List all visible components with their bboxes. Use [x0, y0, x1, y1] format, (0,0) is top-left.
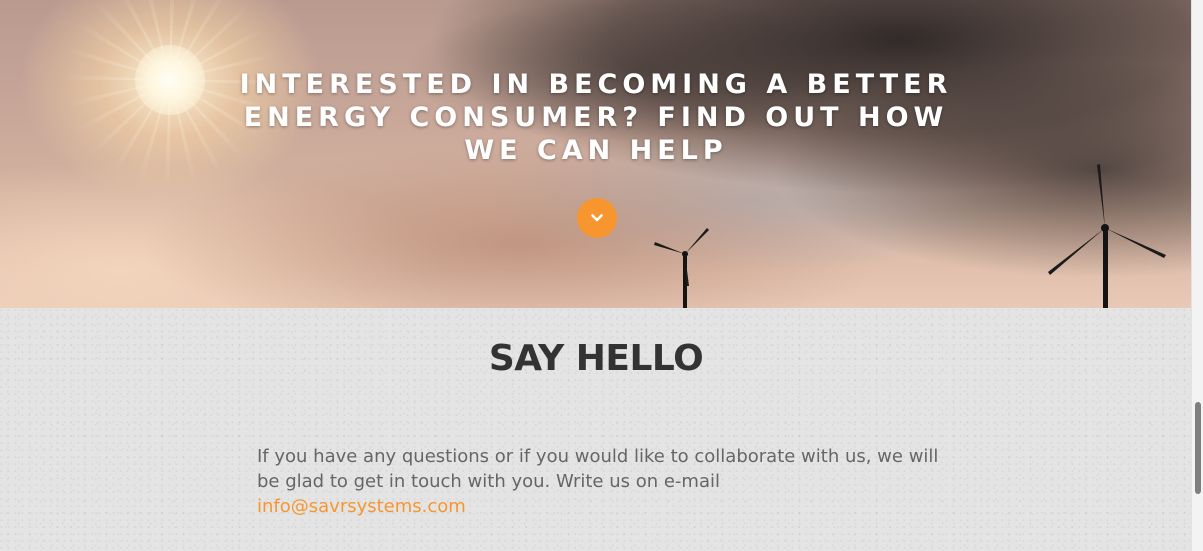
sun	[135, 45, 205, 115]
contact-section: SAY HELLO If you have any questions or i…	[0, 308, 1192, 551]
wind-turbine-image	[654, 228, 709, 308]
scrollbar-thumb[interactable]	[1195, 402, 1201, 494]
wind-turbine-image	[1048, 164, 1166, 308]
email-link[interactable]: info@savrsystems.com	[257, 496, 466, 517]
contact-text: If you have any questions or if you woul…	[257, 446, 939, 492]
hero-title: Interested in becoming a better energy c…	[239, 69, 953, 166]
section-title: SAY HELLO	[488, 338, 704, 379]
chevron-down-icon	[591, 214, 603, 222]
hero-section: Interested in becoming a better energy c…	[0, 0, 1192, 308]
vertical-scrollbar[interactable]	[1191, 0, 1203, 551]
contact-paragraph: If you have any questions or if you woul…	[257, 444, 947, 519]
scroll-down-button[interactable]	[577, 198, 617, 238]
